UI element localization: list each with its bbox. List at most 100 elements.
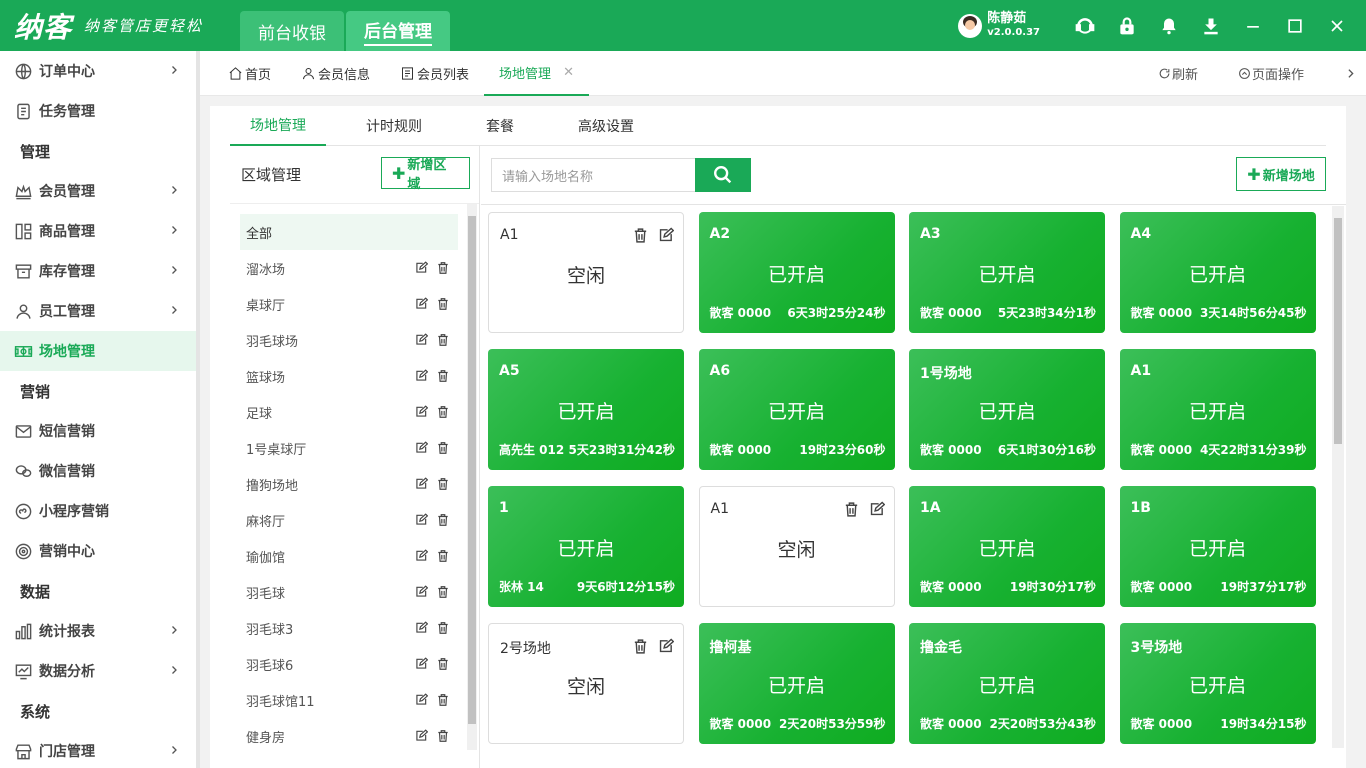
edit-icon[interactable] bbox=[406, 513, 429, 531]
refresh-button[interactable]: 刷新 bbox=[1158, 64, 1218, 83]
trash-icon[interactable] bbox=[428, 729, 450, 747]
area-item[interactable]: 溜冰场 bbox=[240, 250, 458, 286]
venue-card-idle[interactable]: 2号场地 空闲 bbox=[488, 623, 684, 744]
tab-close-icon[interactable]: ✕ bbox=[563, 65, 574, 80]
sidebar-item[interactable]: 统计报表 bbox=[0, 611, 196, 651]
area-item[interactable]: 麻将厅 bbox=[240, 502, 458, 538]
trash-icon[interactable] bbox=[428, 621, 450, 639]
area-item[interactable]: 篮球场 bbox=[240, 358, 458, 394]
trash-icon[interactable] bbox=[428, 477, 450, 495]
area-item[interactable]: 瑜伽馆 bbox=[240, 538, 458, 574]
close-icon[interactable] bbox=[1316, 0, 1358, 51]
subtab-advanced-settings[interactable]: 高级设置 bbox=[558, 106, 654, 146]
sidebar-item[interactable]: 短信营销 bbox=[0, 411, 196, 451]
venue-card-active[interactable]: 1号场地 已开启 散客 0000 6天1时30分16秒 bbox=[909, 349, 1105, 470]
area-item[interactable]: 羽毛球3 bbox=[240, 610, 458, 646]
edit-icon[interactable] bbox=[649, 227, 675, 248]
area-item[interactable]: 全部 bbox=[240, 214, 458, 250]
subtab-venue-management[interactable]: 场地管理 bbox=[230, 106, 326, 146]
venue-card-active[interactable]: A1 已开启 散客 0000 4天22时31分39秒 bbox=[1119, 349, 1316, 470]
sidebar-item[interactable]: 商品管理 bbox=[0, 211, 196, 251]
trash-icon[interactable] bbox=[428, 297, 450, 315]
venue-scrollbar-thumb[interactable] bbox=[1334, 218, 1342, 444]
trash-icon[interactable] bbox=[428, 693, 450, 711]
area-item[interactable]: 1号桌球厅 bbox=[240, 430, 458, 466]
page-ops-button[interactable]: 页面操作 bbox=[1238, 64, 1324, 83]
edit-icon[interactable] bbox=[406, 261, 429, 279]
trash-icon[interactable] bbox=[428, 585, 450, 603]
sidebar-item[interactable]: 场地管理 bbox=[0, 331, 196, 371]
trash-icon[interactable] bbox=[835, 501, 860, 522]
area-item[interactable]: 撸狗场地 bbox=[240, 466, 458, 502]
sidebar-item[interactable]: 数据分析 bbox=[0, 651, 196, 691]
sidebar-item[interactable]: 营销中心 bbox=[0, 531, 196, 571]
trash-icon[interactable] bbox=[428, 369, 450, 387]
sidebar-item[interactable]: 门店管理 bbox=[0, 731, 196, 768]
edit-icon[interactable] bbox=[860, 501, 885, 522]
edit-icon[interactable] bbox=[406, 477, 429, 495]
tab-backend-management[interactable]: 后台管理 bbox=[346, 11, 450, 51]
trash-icon[interactable] bbox=[624, 227, 649, 248]
venue-card-active[interactable]: A2 已开启 散客 0000 6天3时25分24秒 bbox=[698, 212, 895, 333]
tab-member-list[interactable]: 会员列表 bbox=[385, 51, 484, 96]
trash-icon[interactable] bbox=[428, 261, 450, 279]
bell-icon[interactable] bbox=[1148, 0, 1190, 51]
subtab-timing-rules[interactable]: 计时规则 bbox=[346, 106, 442, 146]
trash-icon[interactable] bbox=[428, 549, 450, 567]
trash-icon[interactable] bbox=[428, 513, 450, 531]
minimize-icon[interactable] bbox=[1232, 0, 1274, 51]
venue-card-active[interactable]: 1 已开启 张林 14 9天6时12分15秒 bbox=[488, 486, 684, 607]
venue-card-idle[interactable]: A1 空闲 bbox=[488, 212, 684, 333]
edit-icon[interactable] bbox=[406, 369, 429, 387]
edit-icon[interactable] bbox=[406, 657, 429, 675]
area-item[interactable]: 羽毛球场 bbox=[240, 322, 458, 358]
edit-icon[interactable] bbox=[406, 549, 429, 567]
tab-front-cashier[interactable]: 前台收银 bbox=[240, 11, 344, 51]
venue-card-active[interactable]: A3 已开启 散客 0000 5天23时34分1秒 bbox=[909, 212, 1105, 333]
edit-icon[interactable] bbox=[406, 585, 429, 603]
add-area-button[interactable]: ✚ 新增区域 bbox=[381, 157, 470, 192]
trash-icon[interactable] bbox=[428, 405, 450, 423]
trash-icon[interactable] bbox=[428, 441, 450, 459]
download-icon[interactable] bbox=[1190, 0, 1232, 51]
sidebar-item[interactable]: 库存管理 bbox=[0, 251, 196, 291]
area-item[interactable]: 羽毛球6 bbox=[240, 646, 458, 682]
venue-card-active[interactable]: A6 已开启 散客 0000 19时23分60秒 bbox=[698, 349, 895, 470]
venue-card-idle[interactable]: A1 空闲 bbox=[698, 486, 895, 607]
edit-icon[interactable] bbox=[406, 693, 429, 711]
sidebar-item[interactable]: 任务管理 bbox=[0, 91, 196, 131]
venue-scrollbar[interactable] bbox=[1332, 206, 1344, 748]
area-item[interactable]: 桌球厅 bbox=[240, 286, 458, 322]
area-scrollbar[interactable] bbox=[467, 204, 477, 750]
edit-icon[interactable] bbox=[406, 441, 429, 459]
trash-icon[interactable] bbox=[428, 333, 450, 351]
maximize-icon[interactable] bbox=[1274, 0, 1316, 51]
area-item[interactable]: 足球 bbox=[240, 394, 458, 430]
venue-card-active[interactable]: A4 已开启 散客 0000 3天14时56分45秒 bbox=[1119, 212, 1316, 333]
venue-card-active[interactable]: 撸金毛 已开启 散客 0000 2天20时53分43秒 bbox=[909, 623, 1105, 744]
sidebar-item[interactable]: 员工管理 bbox=[0, 291, 196, 331]
sidebar-item[interactable]: 会员管理 bbox=[0, 171, 196, 211]
trash-icon[interactable] bbox=[428, 657, 450, 675]
edit-icon[interactable] bbox=[406, 297, 429, 315]
venue-card-active[interactable]: 1B 已开启 散客 0000 19时37分17秒 bbox=[1119, 486, 1316, 607]
area-item[interactable]: 羽毛球 bbox=[240, 574, 458, 610]
chevron-right-icon[interactable] bbox=[1344, 67, 1358, 80]
sidebar-item[interactable]: 订单中心 bbox=[0, 51, 196, 91]
edit-icon[interactable] bbox=[406, 405, 429, 423]
venue-card-active[interactable]: 1A 已开启 散客 0000 19时30分17秒 bbox=[909, 486, 1105, 607]
edit-icon[interactable] bbox=[649, 638, 675, 659]
trash-icon[interactable] bbox=[624, 638, 649, 659]
support-icon[interactable] bbox=[1064, 0, 1106, 51]
user-menu[interactable]: 陈静茹 v2.0.0.37 bbox=[958, 11, 1040, 40]
tab-venue-management[interactable]: 场地管理 ✕ bbox=[484, 51, 589, 96]
tab-member-info[interactable]: 会员信息 bbox=[286, 51, 385, 96]
edit-icon[interactable] bbox=[406, 621, 429, 639]
area-item[interactable]: 健身房 bbox=[240, 718, 458, 754]
venue-card-active[interactable]: 撸柯基 已开启 散客 0000 2天20时53分59秒 bbox=[698, 623, 895, 744]
tab-home[interactable]: 首页 bbox=[213, 51, 286, 96]
lock-icon[interactable] bbox=[1106, 0, 1148, 51]
edit-icon[interactable] bbox=[406, 729, 429, 747]
venue-card-active[interactable]: A5 已开启 高先生 012 5天23时31分42秒 bbox=[488, 349, 684, 470]
area-item[interactable]: 羽毛球馆11 bbox=[240, 682, 458, 718]
